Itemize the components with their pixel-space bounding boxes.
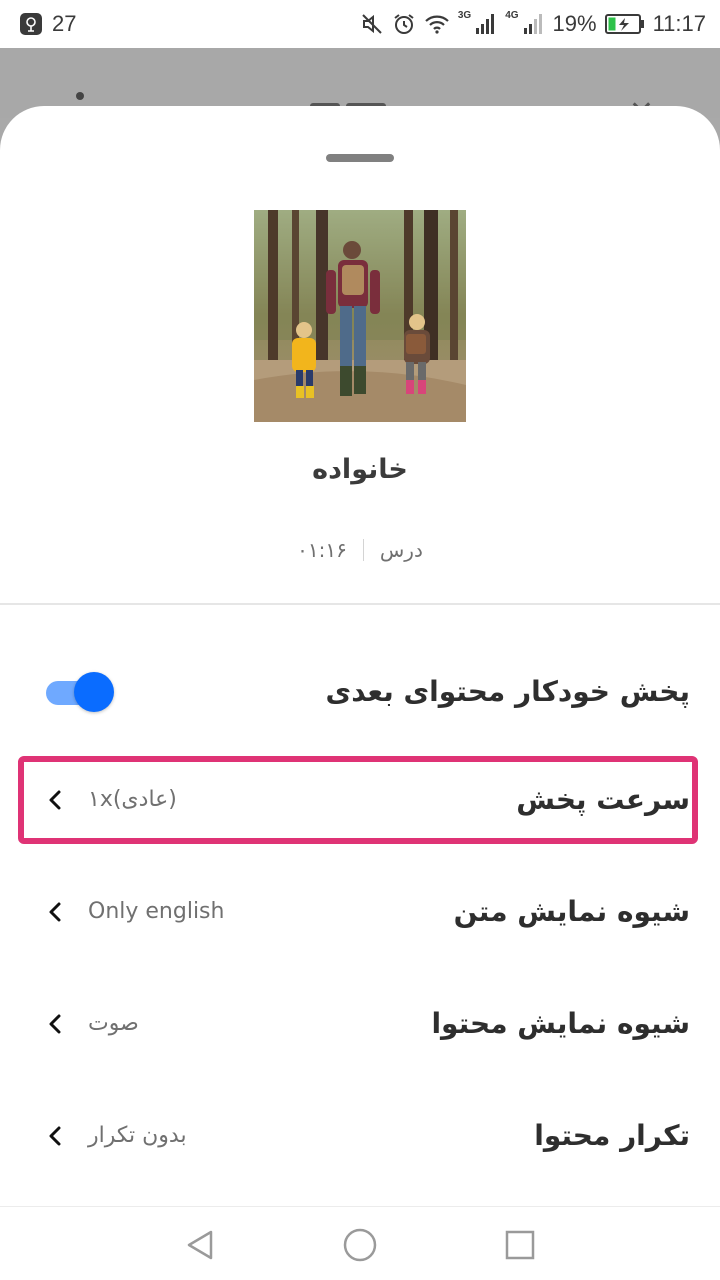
- setting-text-display-row[interactable]: شیوه نمایش متن Only english: [30, 872, 690, 952]
- home-button[interactable]: [340, 1225, 380, 1265]
- setting-text-display-label: شیوه نمایش متن: [453, 895, 690, 928]
- recents-square-icon: [505, 1230, 535, 1260]
- lesson-type: درس: [379, 538, 423, 562]
- settings-bottom-sheet: خانواده درس ۰۱:۱۶ پخش خودکار محتوای بعدی…: [0, 106, 720, 1206]
- setting-repeat-value: بدون تکرار: [88, 1123, 187, 1148]
- divider: [0, 603, 720, 605]
- setting-content-display-row[interactable]: شیوه نمایش محتوا صوت: [30, 984, 690, 1064]
- notification-count: 27: [52, 11, 77, 36]
- chevron-left-icon: [49, 1126, 61, 1146]
- app-notification-icon: [20, 13, 42, 35]
- signal-3g-icon: [475, 12, 497, 36]
- back-triangle-icon: [187, 1230, 213, 1260]
- back-button[interactable]: [180, 1225, 220, 1265]
- alarm-icon: [392, 12, 416, 36]
- home-circle-icon: [343, 1228, 377, 1262]
- setting-autoplay-label: پخش خودکار محتوای بعدی: [325, 675, 690, 708]
- lesson-title: خانواده: [312, 454, 408, 485]
- chevron-left-icon: [49, 790, 61, 810]
- setting-text-display-value: Only english: [88, 899, 225, 924]
- autoplay-toggle[interactable]: [46, 672, 116, 712]
- setting-content-display-value: صوت: [88, 1011, 139, 1036]
- lesson-duration: ۰۱:۱۶: [297, 538, 347, 562]
- setting-repeat-label: تکرار محتوا: [534, 1119, 690, 1152]
- screen: 27 3G 4G 19% 11:17 خانواده درس ۰۱:۱۶ پخش…: [0, 0, 720, 1280]
- network-3g-label: 3G: [457, 10, 472, 21]
- recents-button[interactable]: [500, 1225, 540, 1265]
- battery-percent: 19%: [552, 11, 597, 36]
- lesson-meta: درس ۰۱:۱۶: [0, 538, 720, 562]
- toggle-knob: [74, 672, 114, 712]
- more-icon: [76, 92, 84, 100]
- setting-playback-speed-row[interactable]: سرعت پخش (عادی)۱x: [30, 760, 690, 840]
- navigation-bar: [0, 1206, 720, 1280]
- setting-repeat-row[interactable]: تکرار محتوا بدون تکرار: [30, 1096, 690, 1176]
- battery-charging-icon: [604, 13, 645, 35]
- setting-playback-speed-value: (عادی)۱x: [88, 787, 177, 812]
- status-bar: 27 3G 4G 19% 11:17: [0, 0, 720, 48]
- setting-content-display-label: شیوه نمایش محتوا: [431, 1007, 690, 1040]
- setting-autoplay-row[interactable]: پخش خودکار محتوای بعدی: [30, 652, 690, 732]
- network-4g-label: 4G: [505, 10, 519, 21]
- meta-separator: [362, 539, 364, 561]
- wifi-icon: [424, 12, 450, 36]
- signal-4g-icon: [523, 12, 545, 36]
- setting-playback-speed-label: سرعت پخش: [516, 783, 690, 816]
- mute-icon: [360, 12, 384, 36]
- chevron-left-icon: [49, 1014, 61, 1034]
- chevron-left-icon: [49, 902, 61, 922]
- clock: 11:17: [652, 11, 706, 36]
- drag-handle[interactable]: [326, 154, 394, 162]
- lesson-cover-image: [254, 210, 466, 422]
